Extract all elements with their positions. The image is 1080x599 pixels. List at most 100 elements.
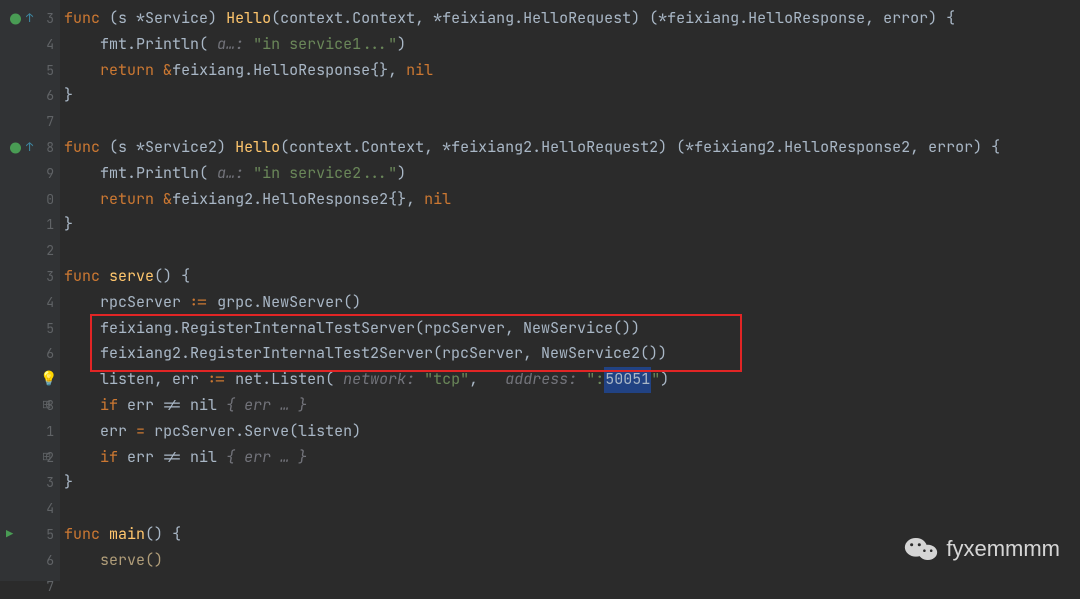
code-line[interactable]: rpcServer := grpc.NewServer() bbox=[60, 290, 1080, 316]
call: rpcServer.Serve(listen) bbox=[154, 419, 361, 445]
code-line[interactable]: feixiang.RegisterInternalTestServer(rpcS… bbox=[60, 316, 1080, 342]
override-up-icon[interactable]: ↑ bbox=[26, 6, 33, 32]
code-area[interactable]: func (s *Service) Hello(context.Context,… bbox=[60, 0, 1080, 581]
gutter-row[interactable]: ▶ 5 bbox=[0, 522, 60, 548]
returns: (*feixiang2.HelloResponse2, error) bbox=[676, 135, 982, 161]
gutter-row[interactable]: 3 bbox=[0, 264, 60, 290]
code-line[interactable]: } bbox=[60, 470, 1080, 496]
gutter-row[interactable]: 9 bbox=[0, 161, 60, 187]
folded-block[interactable]: { err … } bbox=[226, 445, 307, 471]
gutter-row[interactable]: 6 bbox=[0, 341, 60, 367]
call: feixiang2.RegisterInternalTest2Server(rp… bbox=[100, 341, 667, 367]
gutter-row[interactable]: 4 bbox=[0, 290, 60, 316]
string: "in service1..." bbox=[253, 32, 397, 58]
code-line[interactable] bbox=[60, 496, 1080, 522]
gutter-row[interactable]: 0 bbox=[0, 187, 60, 213]
string: ": bbox=[586, 367, 604, 393]
gutter-row[interactable]: ⊞ 2 bbox=[0, 445, 60, 471]
watermark-label: fyxemmmm bbox=[946, 536, 1060, 562]
param-hint: network: bbox=[343, 367, 415, 393]
close-paren: ) bbox=[397, 161, 406, 187]
expand-icon[interactable]: ⊞ bbox=[42, 445, 51, 471]
expand-icon[interactable]: ⊞ bbox=[42, 393, 51, 419]
code-line[interactable] bbox=[60, 238, 1080, 264]
line-number: 4 bbox=[36, 496, 54, 522]
close-paren: ) bbox=[397, 32, 406, 58]
gutter-row[interactable]: 6 bbox=[0, 548, 60, 574]
keyword: func bbox=[64, 6, 100, 32]
string: " bbox=[651, 367, 660, 393]
func-name: Hello bbox=[235, 135, 280, 161]
gutter-row[interactable]: 3 bbox=[0, 470, 60, 496]
code-line[interactable]: listen, err := net.Listen( network: "tcp… bbox=[60, 367, 1080, 393]
line-number: 4 bbox=[36, 290, 54, 316]
gutter-row[interactable]: 2 bbox=[0, 238, 60, 264]
brace: { bbox=[991, 135, 1000, 161]
wechat-icon bbox=[904, 535, 938, 563]
gutter-row[interactable]: ↑ 3 bbox=[0, 6, 60, 32]
returns: (*feixiang.HelloResponse, error) bbox=[649, 6, 937, 32]
struct: feixiang.HelloResponse{} bbox=[172, 58, 388, 84]
brace: { bbox=[181, 264, 190, 290]
gutter-row[interactable]: 5 bbox=[0, 58, 60, 84]
comma: , bbox=[388, 58, 397, 84]
code-editor[interactable]: ↑ 3 4 5 6 7 ↑ 8 9 0 1 2 3 4 5 6 💡 7 ⊞ 8 … bbox=[0, 0, 1080, 581]
method-marker-icon[interactable] bbox=[10, 13, 21, 24]
code-line[interactable]: return &feixiang2.HelloResponse2{}, nil bbox=[60, 187, 1080, 213]
code-line[interactable]: fmt.Println( a…: "in service2...") bbox=[60, 161, 1080, 187]
func-name: serve bbox=[109, 264, 154, 290]
gutter-row[interactable]: ⊞ 8 bbox=[0, 393, 60, 419]
run-icon[interactable]: ▶ bbox=[6, 522, 13, 548]
folded-block[interactable]: { err … } bbox=[226, 393, 307, 419]
code-line[interactable] bbox=[60, 109, 1080, 135]
call: fmt.Println( bbox=[100, 32, 208, 58]
nil: nil bbox=[424, 187, 451, 213]
code-line[interactable]: fmt.Println( a…: "in service1...") bbox=[60, 32, 1080, 58]
keyword: if bbox=[100, 445, 118, 471]
code-line[interactable]: if err != nil { err … } bbox=[60, 393, 1080, 419]
func-name: Hello bbox=[226, 6, 271, 32]
brace: { bbox=[172, 522, 181, 548]
code-line[interactable]: func serve() { bbox=[60, 264, 1080, 290]
watermark: fyxemmmm bbox=[904, 535, 1060, 563]
args: () bbox=[145, 522, 163, 548]
code-line[interactable]: func (s *Service2) Hello(context.Context… bbox=[60, 135, 1080, 161]
gutter-row[interactable]: 1 bbox=[0, 212, 60, 238]
override-up-icon[interactable]: ↑ bbox=[26, 135, 33, 161]
gutter-row[interactable]: 💡 7 bbox=[0, 367, 60, 393]
receiver: (s *Service2) bbox=[109, 135, 226, 161]
keyword: return bbox=[100, 187, 154, 213]
code-line[interactable]: } bbox=[60, 83, 1080, 109]
gutter-row[interactable]: 5 bbox=[0, 316, 60, 342]
gutter-row[interactable]: 7 bbox=[0, 109, 60, 135]
args: (context.Context, *feixiang.HelloRequest… bbox=[271, 6, 640, 32]
line-number: 6 bbox=[36, 341, 54, 367]
line-number: 4 bbox=[36, 32, 54, 58]
method-marker-icon[interactable] bbox=[10, 142, 21, 153]
comma: , bbox=[406, 187, 415, 213]
line-number: 8 bbox=[36, 135, 54, 161]
gutter-row[interactable]: 7 bbox=[0, 574, 60, 599]
gutter-row[interactable]: 6 bbox=[0, 83, 60, 109]
code-line[interactable]: return &feixiang.HelloResponse{}, nil bbox=[60, 58, 1080, 84]
line-number: 0 bbox=[36, 187, 54, 213]
code-line[interactable]: } bbox=[60, 212, 1080, 238]
brace: } bbox=[64, 83, 73, 109]
param-hint: a…: bbox=[217, 161, 244, 187]
line-number: 5 bbox=[36, 316, 54, 342]
bulb-icon[interactable]: 💡 bbox=[40, 367, 57, 393]
code-line[interactable]: err = rpcServer.Serve(listen) bbox=[60, 419, 1080, 445]
line-number: 2 bbox=[36, 238, 54, 264]
gutter-row[interactable]: ↑ 8 bbox=[0, 135, 60, 161]
code-line[interactable]: func (s *Service) Hello(context.Context,… bbox=[60, 6, 1080, 32]
code-line[interactable]: feixiang2.RegisterInternalTest2Server(rp… bbox=[60, 341, 1080, 367]
line-number: 6 bbox=[36, 548, 54, 574]
code-line[interactable]: if err != nil { err … } bbox=[60, 445, 1080, 471]
call: feixiang.RegisterInternalTestServer(rpcS… bbox=[100, 316, 640, 342]
func-name: main bbox=[109, 522, 145, 548]
gutter-row[interactable]: 4 bbox=[0, 496, 60, 522]
struct: feixiang2.HelloResponse2{} bbox=[172, 187, 406, 213]
string: "in service2..." bbox=[253, 161, 397, 187]
gutter-row[interactable]: 4 bbox=[0, 32, 60, 58]
gutter-row[interactable]: 1 bbox=[0, 419, 60, 445]
